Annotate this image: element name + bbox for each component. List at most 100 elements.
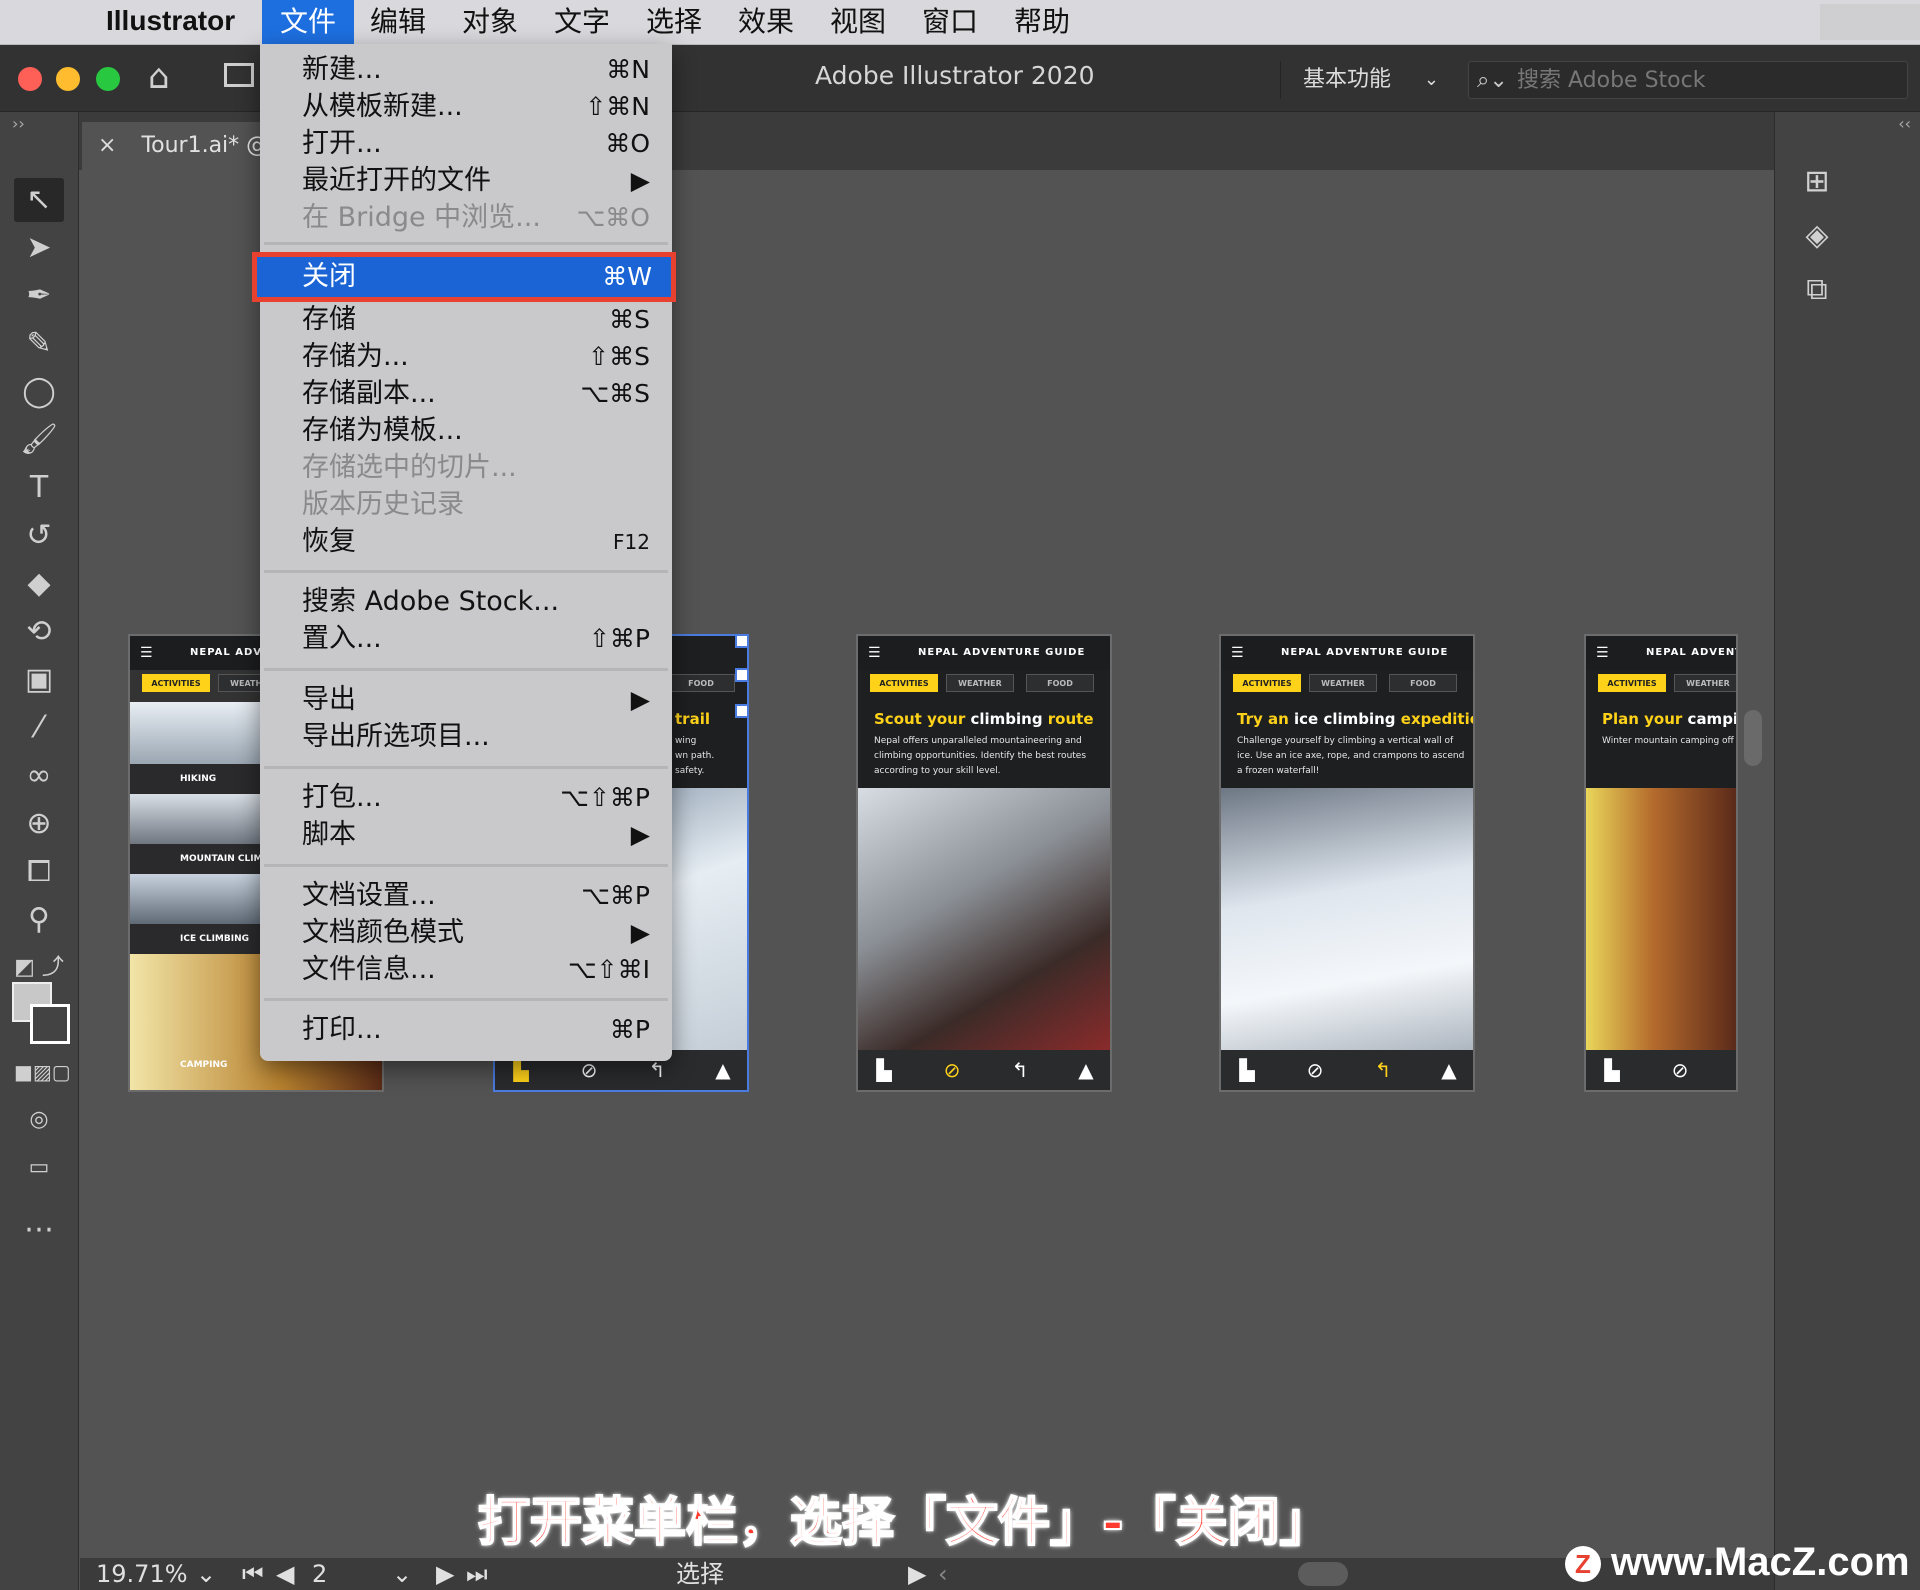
menu-item-search-adobe-stock[interactable]: 搜索 Adobe Stock... xyxy=(260,584,672,620)
artboard-dropdown-icon[interactable]: ⌄ xyxy=(392,1558,412,1590)
menu-item-export-selection[interactable]: 导出所选项目... xyxy=(260,719,672,755)
eyedropper-tool-icon[interactable]: ⁄ xyxy=(14,706,64,750)
menu-item-label: 存储副本... xyxy=(302,378,436,409)
menu-item-document-setup[interactable]: 文档设置... ⌥⌘P xyxy=(260,878,672,914)
stroke-color-swatch[interactable] xyxy=(30,1004,70,1044)
menu-select[interactable]: 选择 xyxy=(628,0,720,44)
menu-item-file-info[interactable]: 文件信息... ⌥⇧⌘I xyxy=(260,952,672,988)
watermark-text: www.MacZ.com xyxy=(1611,1540,1910,1584)
collapse-panel-icon[interactable]: ‹‹ xyxy=(1898,114,1911,133)
scrollbar-thumb[interactable] xyxy=(1744,710,1762,766)
artboard-bottom-nav: ▙ ⊘ ↰ ▲ xyxy=(858,1050,1110,1090)
next-artboard-icon[interactable]: ▶ xyxy=(436,1558,454,1590)
scroll-left-icon[interactable]: ‹ xyxy=(938,1558,948,1590)
menu-item-document-color-mode[interactable]: 文档颜色模式 ▶ xyxy=(260,915,672,951)
rotate-tool-icon[interactable]: ↺ xyxy=(14,514,64,558)
shape-builder-tool-icon[interactable]: ⊕ xyxy=(14,802,64,846)
carabiner-icon: ⊘ xyxy=(1306,1058,1324,1082)
menu-view[interactable]: 视图 xyxy=(812,0,904,44)
menu-item-close[interactable]: 关闭 ⌘W xyxy=(252,252,676,302)
selection-tool-icon[interactable]: ↖ xyxy=(14,178,64,222)
artboard-headline: Scout your climbing route xyxy=(874,710,1094,728)
menu-item-shortcut: ⌥⌘S xyxy=(580,379,650,408)
menu-item-new-from-template[interactable]: 从模板新建... ⇧⌘N xyxy=(260,89,672,125)
eraser-tool-icon[interactable]: ◆ xyxy=(14,562,64,606)
direct-selection-tool-icon[interactable]: ➤ xyxy=(14,226,64,270)
type-tool-icon[interactable]: T xyxy=(14,466,64,510)
macz-logo-icon: Z xyxy=(1565,1546,1601,1583)
menu-item-save-as[interactable]: 存储为... ⇧⌘S xyxy=(260,339,672,375)
paintbrush-tool-icon[interactable]: 🖌 xyxy=(14,418,64,462)
menu-type[interactable]: 文字 xyxy=(536,0,628,44)
selection-handle[interactable] xyxy=(735,668,747,682)
artboard-tool-icon[interactable]: ⧠ xyxy=(14,850,64,894)
menu-item-label: 版本历史记录 xyxy=(302,489,464,520)
last-artboard-icon[interactable]: ⏭ xyxy=(466,1558,488,1590)
app-name-menu[interactable]: Illustrator xyxy=(106,5,235,37)
close-window-button[interactable] xyxy=(18,67,42,91)
menu-item-label: 恢复 xyxy=(302,526,356,557)
artboard-tabs: ACTIVITIES WEATHER FOOD xyxy=(1233,674,1473,692)
menu-item-label: 打印... xyxy=(302,1014,382,1045)
gradient-tool-icon[interactable]: ▣ xyxy=(14,658,64,702)
vertical-scrollbar[interactable] xyxy=(1742,170,1764,1558)
menu-item-label: 置入... xyxy=(302,623,382,654)
menu-item-revert[interactable]: 恢复 F12 xyxy=(260,524,672,560)
artboard-header: ☰ NEPAL ADVENTURE GUIDE xyxy=(1221,636,1473,670)
workspace-switcher[interactable]: 基本功能 ⌄ xyxy=(1280,61,1443,99)
zoom-dropdown-icon[interactable]: ⌄ xyxy=(196,1558,216,1590)
menu-item-new[interactable]: 新建... ⌘N xyxy=(260,52,672,88)
minimize-window-button[interactable] xyxy=(56,67,80,91)
menu-item-place[interactable]: 置入... ⇧⌘P xyxy=(260,621,672,657)
libraries-panel-icon[interactable]: ⧉ xyxy=(1795,268,1839,312)
close-tab-icon[interactable]: × xyxy=(98,133,116,158)
menu-item-print[interactable]: 打印... ⌘P xyxy=(260,1012,672,1048)
selection-handle[interactable] xyxy=(735,704,747,718)
menu-file[interactable]: 文件 xyxy=(262,0,355,44)
menu-item-shortcut: ⌘N xyxy=(606,55,650,84)
menu-item-label: 搜索 Adobe Stock... xyxy=(302,586,560,617)
artboard-4[interactable]: ☰ NEPAL ADVENTURE GUIDE ACTIVITIES WEATHE… xyxy=(1219,634,1475,1092)
menu-help[interactable]: 帮助 xyxy=(996,0,1088,44)
horizontal-scrollbar-thumb[interactable] xyxy=(1298,1562,1348,1586)
more-tools-icon[interactable]: ⋯ xyxy=(14,1208,64,1252)
first-artboard-icon[interactable]: ⏮ xyxy=(242,1558,264,1590)
ellipse-tool-icon[interactable]: ◯ xyxy=(14,370,64,414)
draw-mode-icon[interactable]: ◎ xyxy=(14,1098,64,1142)
zoom-level[interactable]: 19.71% xyxy=(96,1558,188,1590)
curvature-tool-icon[interactable]: ✎ xyxy=(14,322,64,366)
menu-item-save-copy[interactable]: 存储副本... ⌥⌘S xyxy=(260,376,672,412)
menu-item-package[interactable]: 打包... ⌥⇧⌘P xyxy=(260,780,672,816)
artboard-5[interactable]: ☰ NEPAL ADVENTURE GUIDE ACTIVITIES WEATHE… xyxy=(1584,634,1738,1092)
menu-item-open-recent[interactable]: 最近打开的文件 ▶ xyxy=(260,163,672,199)
zoom-window-button[interactable] xyxy=(96,67,120,91)
free-transform-tool-icon[interactable]: ⟲ xyxy=(14,610,64,654)
menu-item-scripts[interactable]: 脚本 ▶ xyxy=(260,817,672,853)
blend-tool-icon[interactable]: ∞ xyxy=(14,754,64,798)
current-tool-name: 选择 xyxy=(676,1560,724,1588)
expand-panel-icon[interactable]: ›› xyxy=(12,114,25,133)
selection-handle[interactable] xyxy=(735,636,747,648)
menu-edit[interactable]: 编辑 xyxy=(352,0,444,44)
home-icon[interactable]: ⌂ xyxy=(148,57,170,97)
menu-window[interactable]: 窗口 xyxy=(904,0,996,44)
screen-mode-icon[interactable]: ▭ xyxy=(14,1146,64,1190)
previous-artboard-icon[interactable]: ◀ xyxy=(276,1558,294,1590)
color-mode-icon[interactable]: ■▨▢ xyxy=(14,1050,71,1094)
menu-effect[interactable]: 效果 xyxy=(720,0,812,44)
artboard-3[interactable]: ☰ NEPAL ADVENTURE GUIDE ACTIVITIES WEATHE… xyxy=(856,634,1112,1092)
artboard-number[interactable]: 2 xyxy=(312,1558,327,1590)
status-menu-arrow-icon[interactable]: ▶ xyxy=(908,1558,926,1590)
layers-panel-icon[interactable]: ◈ xyxy=(1795,214,1839,258)
pen-tool-icon[interactable]: ✒ xyxy=(14,274,64,318)
menu-item-save-as-template[interactable]: 存储为模板... xyxy=(260,413,672,449)
submenu-arrow-icon: ▶ xyxy=(630,166,650,195)
zoom-tool-icon[interactable]: ⚲ xyxy=(14,898,64,942)
arrange-documents-icon[interactable] xyxy=(224,63,254,87)
adobe-stock-search[interactable]: ⌕⌄ 搜索 Adobe Stock xyxy=(1468,61,1908,99)
menu-item-save[interactable]: 存储 ⌘S xyxy=(260,302,672,338)
menu-item-open[interactable]: 打开... ⌘O xyxy=(260,126,672,162)
menu-object[interactable]: 对象 xyxy=(444,0,536,44)
properties-panel-icon[interactable]: ⊞ xyxy=(1795,160,1839,204)
menu-item-export[interactable]: 导出 ▶ xyxy=(260,682,672,718)
